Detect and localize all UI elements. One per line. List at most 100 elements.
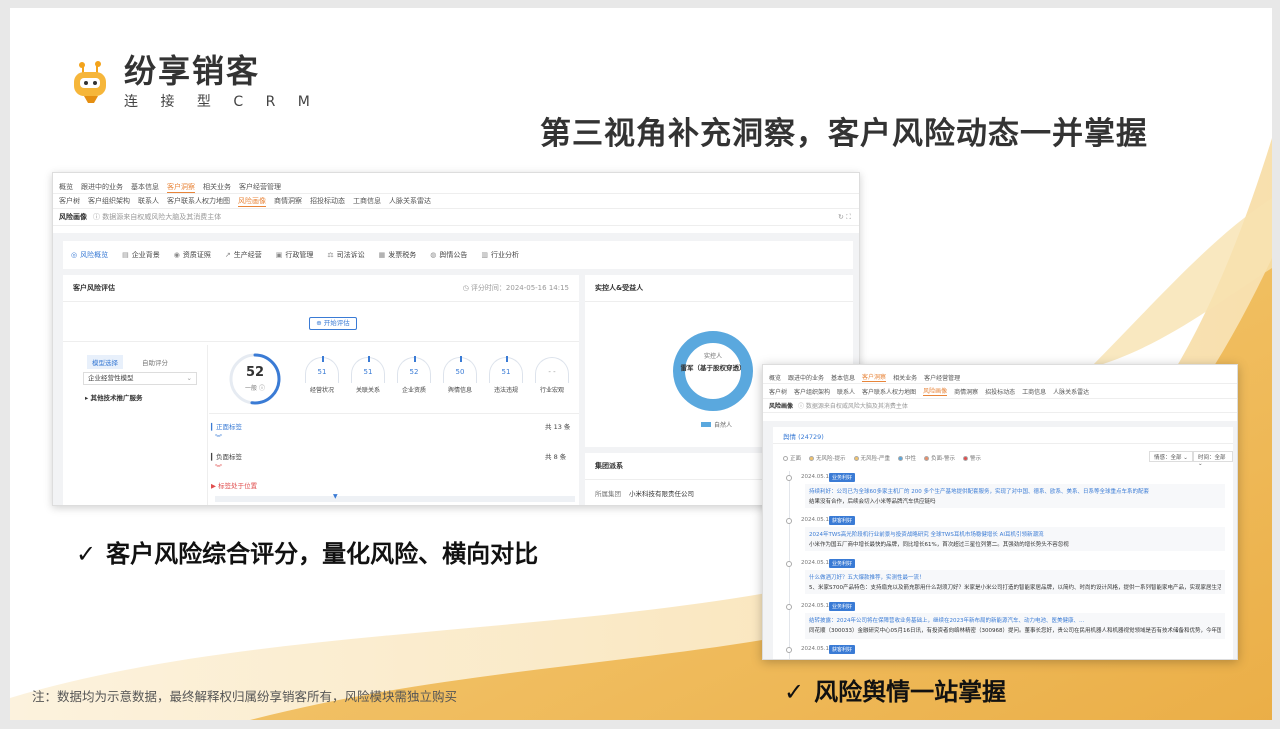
subnav-power-map[interactable]: 客户联系人权力地图 xyxy=(167,196,230,206)
check-icon: ✓ xyxy=(784,678,805,706)
risk-data-source-note: ⓘ 数据源来自权威风险大脑及其消费主体 xyxy=(93,213,222,221)
subnav-business-registry[interactable]: 工商信息 xyxy=(1022,387,1046,396)
event-date: 2024.05.16 xyxy=(801,603,833,609)
page-headline: 第三视角补充洞察，客户风险动态一并掌握 xyxy=(540,116,1148,152)
legend-item[interactable]: 中性 xyxy=(898,454,916,462)
nav-overview[interactable]: 概览 xyxy=(769,373,781,382)
tab-label: 企业背景 xyxy=(131,251,160,259)
refresh-fullscreen-icons[interactable]: ↻ ⛶ xyxy=(838,213,851,222)
subnav-customer-tree[interactable]: 客户树 xyxy=(769,387,787,396)
nav-customer-management[interactable]: 客户经营管理 xyxy=(924,373,960,382)
negative-tags-row[interactable]: ▎负面标签 共 8 条 xyxy=(211,451,566,461)
nav-related-business[interactable]: 相关业务 xyxy=(203,182,231,192)
subnav-risk-profile[interactable]: 风险画像 xyxy=(923,386,948,396)
tab-invoice-tax[interactable]: ▦ 发票税务 xyxy=(379,250,417,260)
time-filter[interactable]: 时间：全部 ⌄ xyxy=(1193,451,1233,467)
tab-label: 风险概览 xyxy=(80,251,109,259)
subnav-network-radar[interactable]: 人脉关系雷达 xyxy=(1053,387,1089,396)
sentiment-filter[interactable]: 情感：全部 ⌄ xyxy=(1149,451,1193,462)
start-evaluation-button[interactable]: ⊕ 开始评估 xyxy=(309,317,357,330)
event-badge: 业务利好 xyxy=(829,473,856,482)
subnav-customer-tree[interactable]: 客户树 xyxy=(59,196,80,206)
event-title[interactable]: 2024年TWS高光阶段机行业前景与投资战略研究 全球TWS耳机市场稳健增长 A… xyxy=(809,530,1221,538)
risk-profile-title: 风险画像 xyxy=(59,213,87,221)
subnav-contacts[interactable]: 联系人 xyxy=(837,387,855,396)
nav-following-business[interactable]: 跟进中的业务 xyxy=(81,182,123,192)
feature-text: 风险舆情一站掌握 xyxy=(814,678,1007,706)
positive-tags-row[interactable]: ▎正面标签 共 13 条 xyxy=(211,421,570,431)
dim-gauge: - - 行业宏观 xyxy=(533,357,571,394)
legend-item[interactable]: 警示 xyxy=(963,454,981,462)
tab-risk-overview[interactable]: ◎ 风险概览 xyxy=(71,250,108,260)
negative-tags-label: ▎负面标签 xyxy=(211,453,242,461)
nav-following-business[interactable]: 跟进中的业务 xyxy=(788,373,824,382)
tab-industry-analysis[interactable]: ▥ 行业分析 xyxy=(481,250,519,260)
event-title[interactable]: 什么做酒刀好？五大爆款推荐，实测性最一流！ xyxy=(809,573,1221,581)
dim-gauge: 51 经营状况 xyxy=(303,356,341,394)
tab-company-background[interactable]: ▤ 企业背景 xyxy=(122,250,160,260)
subnav-org-structure[interactable]: 客户组织架构 xyxy=(88,196,130,206)
subnav-business-insight[interactable]: 商情洞察 xyxy=(274,196,302,206)
legend-label: 无风险-提示 xyxy=(816,456,846,462)
event-title[interactable]: 持续利好：公司已为全球60多家主机厂的 200 多个生产基地提供配套服务，实现了… xyxy=(809,487,1221,495)
expand-chevron-icon[interactable]: ︾ xyxy=(215,433,222,443)
panel-title: 实控人&受益人 xyxy=(595,284,644,292)
tab-qualifications[interactable]: ◉ 资质证照 xyxy=(174,250,211,260)
subnav-network-radar[interactable]: 人脉关系雷达 xyxy=(389,196,431,206)
tab-model-select[interactable]: 模型选择 xyxy=(87,355,123,369)
subnav-bidding[interactable]: 招投标动态 xyxy=(310,196,345,206)
dim-score: 50 xyxy=(455,368,465,376)
brand-logo: 纷享销客 连 接 型 C R M xyxy=(68,53,319,111)
model-select-dropdown[interactable]: 企业经营性模型 ⌄ xyxy=(83,372,197,385)
position-bar: ▼ xyxy=(215,493,575,502)
dim-score: 52 xyxy=(409,368,419,376)
subnav-risk-profile[interactable]: 风险画像 xyxy=(238,196,266,207)
subnav-business-insight[interactable]: 商情洞察 xyxy=(954,387,978,396)
subnav-business-registry[interactable]: 工商信息 xyxy=(353,196,381,206)
legend-item[interactable]: 负面-警示 xyxy=(924,454,955,462)
secondary-nav: 客户树 客户组织架构 联系人 客户联系人权力地图 风险画像 商情洞察 招投标动态… xyxy=(763,384,1237,399)
controller-name[interactable]: 雷军（基于股权穿透） xyxy=(671,362,755,372)
footnote: 注：数据均为示意数据，最终解释权归属纷享销客所有，风险模块需独立购买 xyxy=(32,689,458,704)
nav-related-business[interactable]: 相关业务 xyxy=(893,373,917,382)
nav-customer-management[interactable]: 客户经营管理 xyxy=(239,182,281,192)
expand-chevron-icon[interactable]: ︾ xyxy=(215,463,222,473)
event-title[interactable]: 结转披露：2024年公司将在保障营收业务基础上，继续在2023年新布局的新能源汽… xyxy=(809,616,1221,624)
subnav-org-structure[interactable]: 客户组织架构 xyxy=(794,387,830,396)
legend-dot-1 xyxy=(809,455,815,461)
primary-nav: 概览 跟进中的业务 基本信息 客户洞察 相关业务 客户经营管理 xyxy=(53,181,859,194)
public-opinion-screenshot: 概览 跟进中的业务 基本信息 客户洞察 相关业务 客户经营管理 客户树 客户组织… xyxy=(762,364,1238,660)
tab-administration[interactable]: ▣ 行政管理 xyxy=(276,250,314,260)
tab-self-score[interactable]: 自助评分 xyxy=(137,355,173,369)
nav-customer-insight[interactable]: 客户洞察 xyxy=(167,182,195,193)
nav-customer-insight[interactable]: 客户洞察 xyxy=(862,372,887,382)
group-row-value[interactable]: 小米科技有限责任公司 xyxy=(629,490,694,498)
legend-item[interactable]: 正面 xyxy=(783,454,801,462)
legend-dot-5 xyxy=(963,455,969,461)
legend-item[interactable]: 无风险-严重 xyxy=(853,454,890,462)
subnav-bidding[interactable]: 招投标动态 xyxy=(985,387,1015,396)
subnav-power-map[interactable]: 客户联系人权力地图 xyxy=(862,387,916,396)
tab-litigation[interactable]: ⚖ 司法诉讼 xyxy=(327,250,364,260)
timeline-dot xyxy=(786,475,792,481)
donut-legend: 自然人 xyxy=(701,420,732,429)
subnav-contacts[interactable]: 联系人 xyxy=(138,196,159,206)
timeline-dot xyxy=(786,518,792,524)
overall-score-level: 一般 ⓘ xyxy=(245,385,265,392)
event-date: 2024.05.16 xyxy=(801,646,833,652)
legend-item[interactable]: 无风险-提示 xyxy=(809,454,846,462)
primary-nav: 概览 跟进中的业务 基本信息 客户洞察 相关业务 客户经营管理 xyxy=(763,371,1237,384)
nav-basic-info[interactable]: 基本信息 xyxy=(831,373,855,382)
event-badge: 业务利好 xyxy=(829,602,856,611)
event-desc: 结果没有合作，后续会切入小米等品牌汽车供应链吗 xyxy=(809,499,936,505)
tab-operations[interactable]: ↗ 生产经营 xyxy=(225,250,262,260)
invoice-icon: ▦ xyxy=(378,251,386,259)
legend-dot-0 xyxy=(783,455,788,461)
tab-label: 舆情公告 xyxy=(439,251,468,259)
dim-label: 企业资质 xyxy=(401,387,426,394)
tab-public-opinion[interactable]: ◍ 舆情公告 xyxy=(430,250,467,260)
model-industry-link[interactable]: ▸ 其他技术推广服务 xyxy=(85,392,143,402)
nav-overview[interactable]: 概览 xyxy=(59,182,73,192)
nav-basic-info[interactable]: 基本信息 xyxy=(131,182,159,192)
dim-label: 关联关系 xyxy=(355,387,380,394)
